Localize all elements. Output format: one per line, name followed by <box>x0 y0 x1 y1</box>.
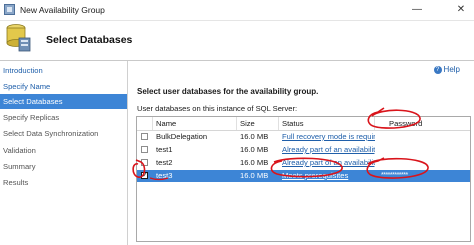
help-link[interactable]: ? Help <box>433 65 460 74</box>
section-heading: Select user databases for the availabili… <box>137 87 319 96</box>
nav-item-summary: Summary <box>3 162 36 171</box>
row-checkbox[interactable] <box>141 159 148 166</box>
page-title: Select Databases <box>46 34 133 46</box>
row-name: test1 <box>156 145 173 154</box>
database-icon <box>6 24 31 52</box>
row-name: BulkDelegation <box>156 132 208 141</box>
row-password[interactable] <box>381 157 467 169</box>
nav-item-results: Results <box>3 178 29 187</box>
title-bar: New Availability Group — ✕ <box>0 0 474 21</box>
nav-item-select-data-synchronization: Select Data Synchronization <box>3 129 99 138</box>
nav-item-specify-name[interactable]: Specify Name <box>0 79 127 94</box>
column-header-password[interactable]: Password <box>375 117 470 130</box>
column-header-status[interactable]: Status <box>279 117 375 130</box>
row-size: 16.0 MB <box>240 171 269 180</box>
app-icon <box>4 4 15 15</box>
table-row-selected[interactable]: test3 16.0 MB Meets prerequisites ******… <box>137 170 470 182</box>
nav-item-validation: Validation <box>3 146 36 155</box>
row-status-link[interactable]: Full recovery mode is required <box>282 131 375 143</box>
row-name: test2 <box>156 158 173 167</box>
table-row[interactable]: test2 16.0 MB Already part of an availab… <box>137 157 470 169</box>
row-status-link[interactable]: Already part of an availability ... <box>282 157 375 169</box>
window-title: New Availability Group <box>20 5 105 15</box>
column-header-size[interactable]: Size <box>237 117 279 130</box>
grid-caption: User databases on this instance of SQL S… <box>137 104 298 113</box>
help-label[interactable]: Help <box>444 65 460 74</box>
main-panel: ? Help Select user databases for the avai… <box>128 61 474 245</box>
row-checkbox[interactable] <box>141 146 148 153</box>
row-checkbox[interactable] <box>141 133 148 140</box>
close-button[interactable]: ✕ <box>452 2 470 17</box>
table-row[interactable]: test1 16.0 MB Already part of an availab… <box>137 144 470 156</box>
grid-header: Name Size Status Password <box>137 117 470 131</box>
row-size: 16.0 MB <box>240 145 269 154</box>
minimize-button[interactable]: — <box>408 2 426 17</box>
row-checkbox-checked[interactable] <box>141 170 148 182</box>
row-status-link[interactable]: Meets prerequisites <box>282 170 375 182</box>
row-size: 16.0 MB <box>240 132 269 141</box>
wizard-header: Select Databases <box>0 21 474 61</box>
databases-grid: Name Size Status Password BulkDelegation… <box>136 116 471 242</box>
nav-item-select-databases[interactable]: Select Databases <box>0 94 127 109</box>
column-header-select[interactable] <box>137 117 153 130</box>
row-password[interactable] <box>381 131 467 143</box>
column-header-name[interactable]: Name <box>153 117 237 130</box>
row-size: 16.0 MB <box>240 158 269 167</box>
help-icon: ? <box>433 65 442 74</box>
row-password-field[interactable]: ************ <box>381 170 467 182</box>
wizard-nav: Introduction Specify Name Select Databas… <box>0 61 128 245</box>
row-password[interactable] <box>381 144 467 156</box>
row-status-link[interactable]: Already part of an availability ... <box>282 144 375 156</box>
nav-item-introduction[interactable]: Introduction <box>0 63 127 78</box>
row-name: test3 <box>156 171 173 180</box>
nav-item-specify-replicas: Specify Replicas <box>3 113 60 122</box>
table-row[interactable]: BulkDelegation 16.0 MB Full recovery mod… <box>137 131 470 143</box>
